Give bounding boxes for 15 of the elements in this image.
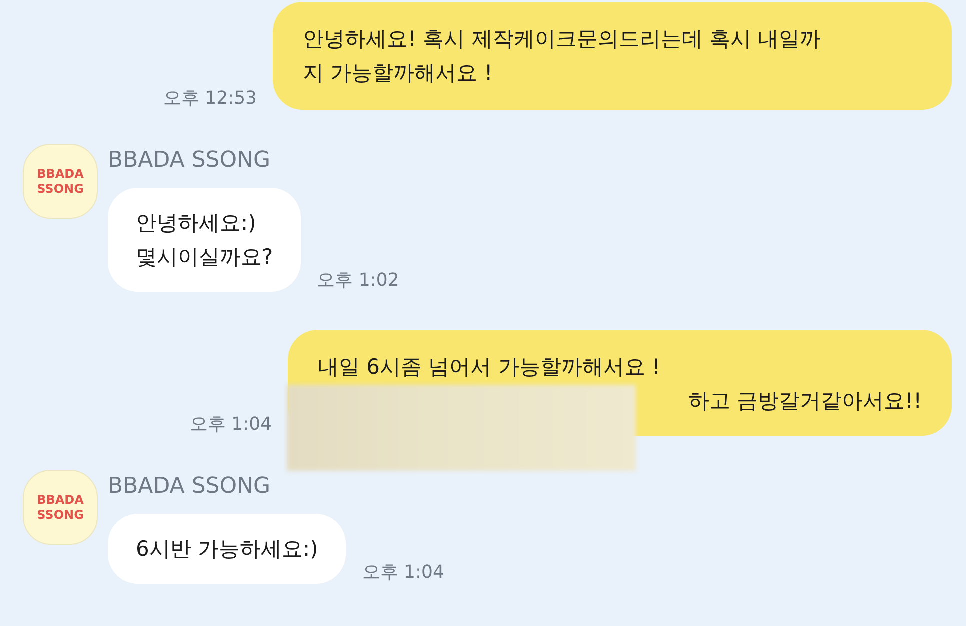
message-text: 몇시이실까요? — [136, 244, 274, 271]
profile-avatar[interactable]: BBADA SSONG — [23, 470, 98, 545]
message-text: 6시반 가능하세요:) — [136, 536, 318, 563]
message-time: 오후 1:04 — [190, 414, 272, 436]
message-text: 하고 금방갈거같아서요!! — [687, 388, 922, 415]
message-time: 오후 1:02 — [317, 270, 400, 292]
sender-name: BBADA SSONG — [108, 147, 272, 175]
message-time: 오후 1:04 — [362, 562, 444, 584]
sender-name: BBADA SSONG — [108, 473, 272, 501]
message-text: 지 가능할까해서요 ! — [303, 60, 494, 87]
message-time: 오후 12:53 — [163, 88, 257, 110]
message-text: 안녕하세요:) — [136, 210, 258, 237]
profile-avatar[interactable]: BBADA SSONG — [23, 144, 98, 219]
message-text: 내일 6시좀 넘어서 가능할까해서요 ! — [318, 354, 662, 381]
message-text: 안녕하세요! 혹시 제작케이크문의드리는데 혹시 내일까 — [303, 26, 822, 53]
